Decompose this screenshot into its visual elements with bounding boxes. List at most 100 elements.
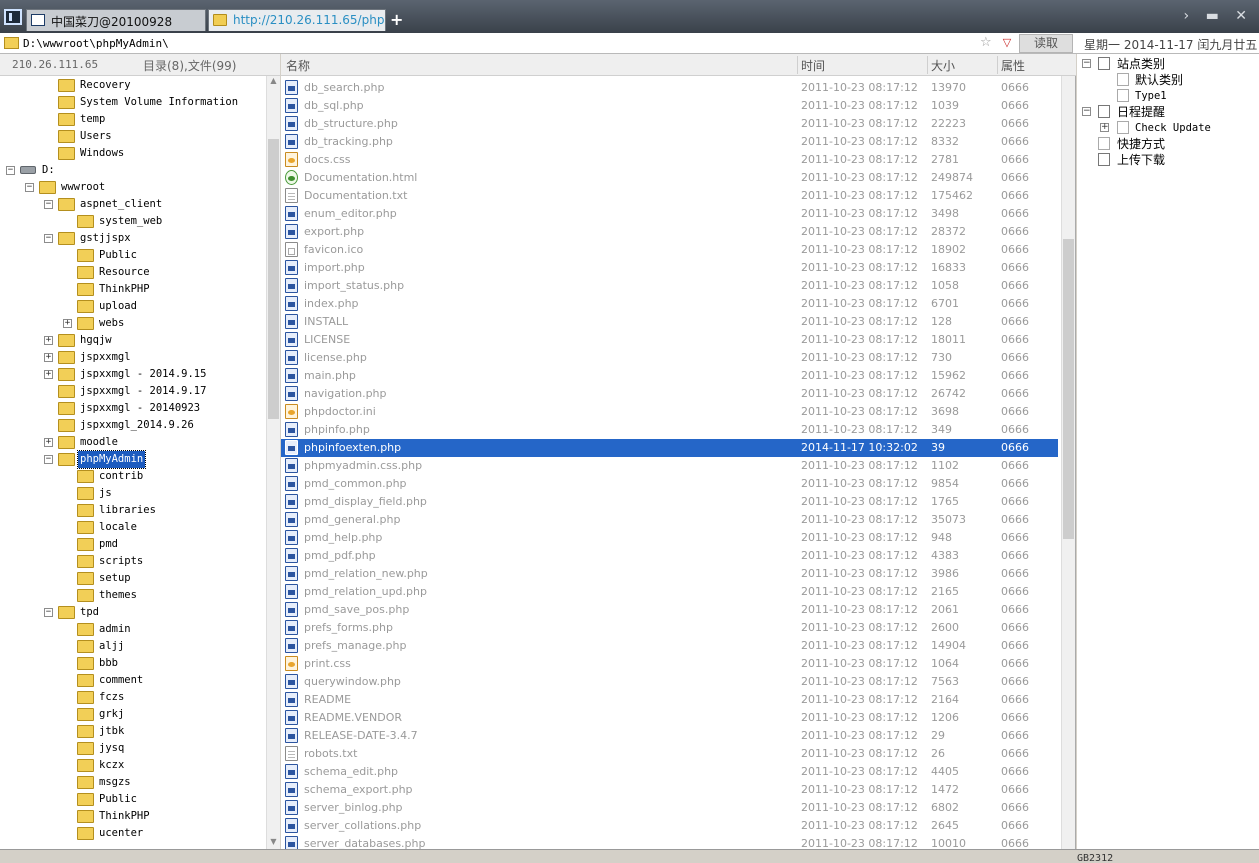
tree-node[interactable]: Windows (0, 145, 266, 162)
chevron-down-icon[interactable]: ▽ (998, 34, 1016, 52)
site-tree-item[interactable]: 上传下载 (1077, 152, 1257, 168)
file-row[interactable]: Documentation.html 2011-10-23 08:17:12 249… (281, 169, 1058, 187)
tree-node[interactable]: ThinkPHP (0, 808, 266, 825)
bookmark-icon[interactable]: ☆ (980, 35, 992, 50)
file-row[interactable]: db_tracking.php 2011-10-23 08:17:12 8332 06… (281, 133, 1058, 151)
file-row[interactable]: docs.css 2011-10-23 08:17:12 2781 0666 (281, 151, 1058, 169)
scroll-down-icon[interactable]: ▼ (267, 837, 280, 849)
site-tree-item[interactable]: 快捷方式 (1077, 136, 1257, 152)
collapse-icon[interactable]: − (1082, 59, 1091, 68)
tree-node[interactable]: − wwwroot (0, 179, 266, 196)
tree-node[interactable]: js (0, 485, 266, 502)
tree-node[interactable]: locale (0, 519, 266, 536)
expand-icon[interactable]: + (1100, 123, 1109, 132)
file-row[interactable]: print.css 2011-10-23 08:17:12 1064 0666 (281, 655, 1058, 673)
file-row[interactable]: phpinfo.php 2011-10-23 08:17:12 349 0666 (281, 421, 1058, 439)
file-row[interactable]: index.php 2011-10-23 08:17:12 6701 0666 (281, 295, 1058, 313)
tree-node[interactable]: jspxxmgl_2014.9.26 (0, 417, 266, 434)
tree-node[interactable]: bbb (0, 655, 266, 672)
tree-node[interactable]: + moodle (0, 434, 266, 451)
tree-node[interactable]: Users (0, 128, 266, 145)
expand-icon[interactable]: + (63, 319, 72, 328)
tree-node[interactable]: contrib (0, 468, 266, 485)
file-row[interactable]: INSTALL 2011-10-23 08:17:12 128 0666 (281, 313, 1058, 331)
tree-node[interactable]: System Volume Information (0, 94, 266, 111)
file-row[interactable]: schema_export.php 2011-10-23 08:17:12 1472… (281, 781, 1058, 799)
file-row[interactable]: navigation.php 2011-10-23 08:17:12 26742 06… (281, 385, 1058, 403)
collapse-icon[interactable]: − (44, 608, 53, 617)
collapse-icon[interactable]: − (1082, 107, 1091, 116)
app-icon[interactable] (4, 9, 22, 25)
file-row[interactable]: LICENSE 2011-10-23 08:17:12 18011 0666 (281, 331, 1058, 349)
file-row[interactable]: pmd_save_pos.php 2011-10-23 08:17:12 2061 0… (281, 601, 1058, 619)
tree-node[interactable]: + jspxxmgl - 2014.9.15 (0, 366, 266, 383)
file-row[interactable]: import_status.php 2011-10-23 08:17:12 1058… (281, 277, 1058, 295)
new-tab-button[interactable]: + (390, 10, 403, 29)
tree-node[interactable]: jtbk (0, 723, 266, 740)
file-row[interactable]: prefs_forms.php 2011-10-23 08:17:12 2600 06… (281, 619, 1058, 637)
file-row[interactable]: querywindow.php 2011-10-23 08:17:12 7563 06… (281, 673, 1058, 691)
tree-node[interactable]: Public (0, 791, 266, 808)
tree-node[interactable]: setup (0, 570, 266, 587)
tree-node[interactable]: pmd (0, 536, 266, 553)
tree-node[interactable]: Recovery (0, 77, 266, 94)
file-row[interactable]: README 2011-10-23 08:17:12 2164 0666 (281, 691, 1058, 709)
tree-node[interactable]: comment (0, 672, 266, 689)
tree-node[interactable]: grkj (0, 706, 266, 723)
site-tree-item[interactable]: − 日程提醒 (1077, 104, 1257, 120)
tree-node[interactable]: jspxxmgl - 2014.9.17 (0, 383, 266, 400)
scroll-up-icon[interactable]: ▲ (267, 76, 280, 88)
tree-node[interactable]: + hgqjw (0, 332, 266, 349)
file-row[interactable]: pmd_display_field.php 2011-10-23 08:17:12… (281, 493, 1058, 511)
file-row[interactable]: phpinfoexten.php 2014-11-17 10:32:02 39 066… (281, 439, 1058, 457)
file-row[interactable]: schema_edit.php 2011-10-23 08:17:12 4405 06… (281, 763, 1058, 781)
site-tree-item[interactable]: + Check Update (1077, 120, 1257, 136)
column-time[interactable]: 时间 (801, 57, 825, 74)
tree-node[interactable]: fczs (0, 689, 266, 706)
scroll-thumb[interactable] (268, 139, 279, 419)
file-row[interactable]: phpmyadmin.css.php 2011-10-23 08:17:12 110… (281, 457, 1058, 475)
tree-node[interactable]: system_web (0, 213, 266, 230)
collapse-icon[interactable]: − (44, 200, 53, 209)
tree-node[interactable]: + jspxxmgl (0, 349, 266, 366)
file-row[interactable]: Documentation.txt 2011-10-23 08:17:12 1754… (281, 187, 1058, 205)
site-tree-item[interactable]: Type1 (1077, 88, 1257, 104)
file-row[interactable]: pmd_common.php 2011-10-23 08:17:12 9854 066… (281, 475, 1058, 493)
expand-icon[interactable]: + (44, 353, 53, 362)
tree-node[interactable]: libraries (0, 502, 266, 519)
file-row[interactable]: pmd_pdf.php 2011-10-23 08:17:12 4383 0666 (281, 547, 1058, 565)
tree-node[interactable]: ThinkPHP (0, 281, 266, 298)
tree-node[interactable]: jysq (0, 740, 266, 757)
tree-node[interactable]: − phpMyAdmin (0, 450, 266, 469)
file-row[interactable]: server_databases.php 2011-10-23 08:17:12 1… (281, 835, 1058, 849)
file-row[interactable]: RELEASE-DATE-3.4.7 2011-10-23 08:17:12 29 0… (281, 727, 1058, 745)
column-attr[interactable]: 属性 (1001, 57, 1025, 74)
tree-node[interactable]: − tpd (0, 604, 266, 621)
tree-node[interactable]: admin (0, 621, 266, 638)
tab-file-manager[interactable]: http://210.26.111.65/phpMy... (208, 9, 386, 31)
file-row[interactable]: server_binlog.php 2011-10-23 08:17:12 6802… (281, 799, 1058, 817)
tree-node[interactable]: − aspnet_client (0, 196, 266, 213)
file-row[interactable]: import.php 2011-10-23 08:17:12 16833 0666 (281, 259, 1058, 277)
scroll-thumb[interactable] (1063, 239, 1074, 539)
window-controls[interactable]: › ▬ ✕ (1184, 8, 1253, 24)
tree-node[interactable]: jspxxmgl - 20140923 (0, 400, 266, 417)
tree-node[interactable]: Resource (0, 264, 266, 281)
file-row[interactable]: db_sql.php 2011-10-23 08:17:12 1039 0666 (281, 97, 1058, 115)
expand-icon[interactable]: + (44, 438, 53, 447)
site-tree-item[interactable]: − 站点类别 (1077, 56, 1257, 72)
tree-node[interactable]: themes (0, 587, 266, 604)
collapse-icon[interactable]: − (44, 455, 53, 464)
file-row[interactable]: prefs_manage.php 2011-10-23 08:17:12 14904… (281, 637, 1058, 655)
expand-icon[interactable]: + (44, 336, 53, 345)
tree-node[interactable]: − gstjjspx (0, 230, 266, 247)
site-tree-item[interactable]: 默认类别 (1077, 72, 1257, 88)
file-row[interactable]: enum_editor.php 2011-10-23 08:17:12 3498 06… (281, 205, 1058, 223)
file-row[interactable]: db_structure.php 2011-10-23 08:17:12 22223… (281, 115, 1058, 133)
file-row[interactable]: favicon.ico 2011-10-23 08:17:12 18902 0666 (281, 241, 1058, 259)
tree-node[interactable]: kczx (0, 757, 266, 774)
read-button[interactable]: 读取 (1019, 34, 1073, 53)
file-row[interactable]: pmd_general.php 2011-10-23 08:17:12 35073 0… (281, 511, 1058, 529)
collapse-icon[interactable]: − (44, 234, 53, 243)
tree-node[interactable]: Public (0, 247, 266, 264)
